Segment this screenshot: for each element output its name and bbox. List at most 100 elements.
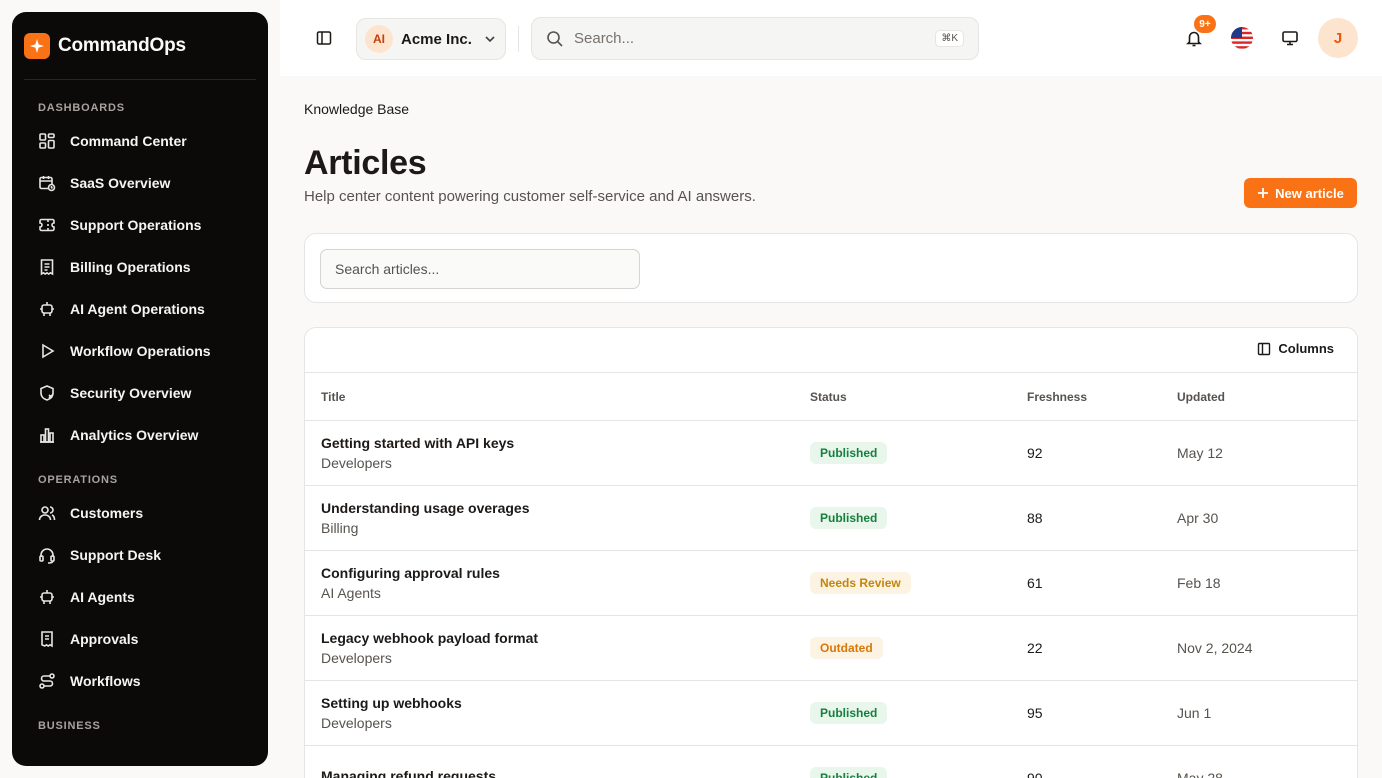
sidebar-item-label: AI Agents — [70, 589, 135, 605]
cell-updated: May 12 — [1177, 445, 1223, 461]
table-row[interactable]: Getting started with API keys Developers… — [305, 421, 1357, 486]
table-row[interactable]: Configuring approval rules AI Agents Nee… — [305, 551, 1357, 616]
users-icon — [38, 506, 56, 521]
columns-button[interactable]: Columns — [1257, 341, 1334, 356]
sidebar-item-ai-agents[interactable]: AI Agents — [12, 576, 268, 618]
org-badge: AI — [365, 25, 393, 53]
cell-freshness: 88 — [1027, 510, 1043, 526]
breadcrumb[interactable]: Knowledge Base — [304, 101, 409, 117]
bot-icon — [40, 302, 54, 316]
sidebar-item-billing-operations[interactable]: Billing Operations — [12, 246, 268, 288]
article-title[interactable]: Understanding usage overages — [321, 500, 810, 516]
new-article-button[interactable]: New article — [1244, 178, 1357, 208]
notification-count-badge: 9+ — [1194, 15, 1216, 33]
global-search-input[interactable] — [574, 30, 936, 47]
table-row[interactable]: Legacy webhook payload format Developers… — [305, 616, 1357, 681]
language-button[interactable] — [1226, 22, 1258, 54]
sidebar-item-label: Workflows — [70, 673, 141, 689]
sidebar-item-support-operations[interactable]: Support Operations — [12, 204, 268, 246]
article-title[interactable]: Configuring approval rules — [321, 565, 810, 581]
sidebar-item-support-desk[interactable]: Support Desk — [12, 534, 268, 576]
article-title[interactable]: Legacy webhook payload format — [321, 630, 810, 646]
plus-icon — [1258, 188, 1269, 198]
sidebar-item-workflow-operations[interactable]: Workflow Operations — [12, 330, 268, 372]
sidebar-item-label: Support Operations — [70, 217, 202, 233]
receipt-icon — [40, 259, 54, 276]
ticket-icon — [39, 218, 55, 232]
article-title[interactable]: Managing refund requests — [321, 768, 810, 778]
headset-icon — [39, 548, 55, 564]
article-title[interactable]: Getting started with API keys — [321, 435, 810, 451]
header-title[interactable]: Title — [305, 390, 810, 404]
page-subtitle: Help center content powering customer se… — [304, 188, 756, 205]
sidebar-item-label: Billing Operations — [70, 259, 191, 275]
shield-icon — [40, 385, 54, 401]
sidebar-toggle-icon — [316, 31, 332, 45]
header-updated[interactable]: Updated — [1177, 390, 1357, 404]
cell-freshness: 95 — [1027, 705, 1043, 721]
sidebar: CommandOps DASHBOARDS Command Center Saa… — [12, 12, 268, 766]
us-flag-icon — [1231, 27, 1253, 49]
monitor-icon — [1282, 31, 1298, 46]
table-toolbar: Columns — [305, 328, 1357, 373]
section-label-business: BUSINESS — [38, 720, 101, 732]
sidebar-item-label: Approvals — [70, 631, 139, 647]
global-search[interactable]: ⌘K — [531, 17, 979, 60]
brand[interactable]: CommandOps — [24, 12, 256, 80]
topbar-divider — [518, 26, 519, 52]
grid-icon — [39, 133, 55, 149]
org-name: Acme Inc. — [401, 30, 472, 48]
table-row[interactable]: Managing refund requests Published 90 Ma… — [305, 746, 1357, 778]
search-shortcut: ⌘K — [935, 30, 964, 47]
section-label-operations: OPERATIONS — [38, 474, 118, 486]
sidebar-item-command-center[interactable]: Command Center — [12, 120, 268, 162]
cell-updated: Apr 30 — [1177, 510, 1219, 526]
article-category: Billing — [321, 520, 359, 536]
article-category: Developers — [321, 650, 392, 666]
cell-updated: May 28 — [1177, 770, 1223, 778]
cell-title: Setting up webhooks Developers — [305, 695, 810, 731]
bot-icon — [40, 590, 54, 604]
cell-title: Configuring approval rules AI Agents — [305, 565, 810, 601]
columns-icon — [1258, 342, 1271, 355]
sidebar-item-workflows[interactable]: Workflows — [12, 660, 268, 702]
calendar-clock-icon — [39, 176, 56, 192]
sidebar-item-label: Workflow Operations — [70, 343, 211, 359]
sidebar-item-approvals[interactable]: Approvals — [12, 618, 268, 660]
org-switcher[interactable]: AI Acme Inc. — [356, 18, 506, 60]
filter-card — [304, 233, 1358, 303]
article-search-input[interactable] — [320, 249, 640, 289]
sidebar-item-security-overview[interactable]: Security Overview — [12, 372, 268, 414]
sidebar-item-saas-overview[interactable]: SaaS Overview — [12, 162, 268, 204]
cell-title: Managing refund requests — [305, 768, 810, 778]
table-row[interactable]: Setting up webhooks Developers Published… — [305, 681, 1357, 746]
sidebar-item-customers[interactable]: Customers — [12, 492, 268, 534]
article-title[interactable]: Setting up webhooks — [321, 695, 810, 711]
sidebar-item-ai-agent-operations[interactable]: AI Agent Operations — [12, 288, 268, 330]
article-category: Developers — [321, 455, 392, 471]
sidebar-item-analytics-overview[interactable]: Analytics Overview — [12, 414, 268, 456]
display-mode-button[interactable] — [1274, 22, 1306, 54]
section-label-dashboards: DASHBOARDS — [38, 102, 125, 114]
cell-title: Getting started with API keys Developers — [305, 435, 810, 471]
cell-freshness: 22 — [1027, 640, 1043, 656]
cell-title: Understanding usage overages Billing — [305, 500, 810, 536]
cell-updated: Jun 1 — [1177, 705, 1212, 721]
table-row[interactable]: Understanding usage overages Billing Pub… — [305, 486, 1357, 551]
status-badge: Published — [810, 767, 888, 778]
sidebar-item-label: Customers — [70, 505, 144, 521]
cell-freshness: 90 — [1027, 770, 1043, 778]
status-badge: Outdated — [810, 637, 883, 659]
header-freshness[interactable]: Freshness — [1027, 390, 1177, 404]
chevron-down-icon — [485, 36, 495, 43]
user-avatar[interactable]: J — [1318, 18, 1358, 58]
clipboard-icon — [41, 631, 53, 648]
table-header: Title Status Freshness Updated — [305, 373, 1357, 421]
status-badge: Needs Review — [810, 572, 911, 594]
play-icon — [42, 343, 55, 359]
columns-label: Columns — [1278, 341, 1334, 356]
status-badge: Published — [810, 442, 888, 464]
header-status[interactable]: Status — [810, 390, 1027, 404]
sidebar-toggle-button[interactable] — [312, 26, 336, 50]
sidebar-item-label: SaaS Overview — [70, 175, 171, 191]
